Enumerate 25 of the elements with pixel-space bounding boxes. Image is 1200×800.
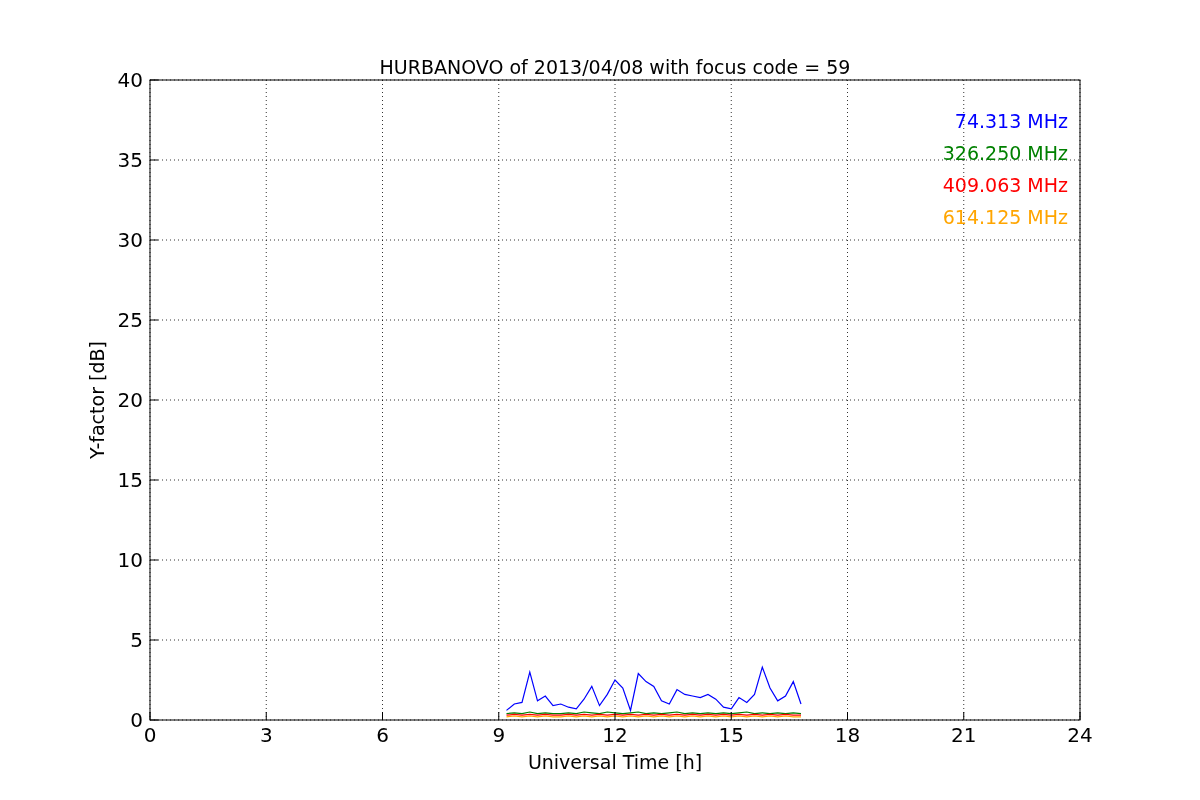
x-axis-label: Universal Time [h] [527,751,703,773]
chart-title: HURBANOVO of 2013/04/08 with focus code = 59 [379,56,851,78]
legend-label: 409.063 MHz [942,174,1068,196]
legend-label: 326.250 MHz [942,142,1068,164]
y-tick-label: 5 [130,628,143,652]
y-tick-label: 15 [117,468,143,492]
y-tick-label: 30 [117,228,143,252]
y-tick-label: 10 [117,548,143,572]
x-tick-label: 9 [492,723,506,747]
x-tick-label: 15 [718,723,744,747]
x-tick-label: 6 [376,723,389,747]
y-tick-label: 20 [117,388,143,412]
y-axis-label: Y-factor [dB] [86,341,108,459]
x-tick-label: 18 [834,723,861,747]
y-tick-label: 35 [117,148,143,172]
legend-label: 74.313 MHz [954,110,1068,132]
x-tick-label: 21 [951,723,977,747]
x-tick-label: 12 [602,723,628,747]
legend-label: 614.125 MHz [942,206,1068,228]
x-tick-label: 24 [1067,723,1093,747]
y-tick-label: 40 [117,68,143,92]
x-tick-label: 0 [143,723,157,747]
y-tick-label: 25 [117,308,143,332]
x-tick-label: 3 [259,723,273,747]
y-tick-label: 0 [130,708,143,732]
